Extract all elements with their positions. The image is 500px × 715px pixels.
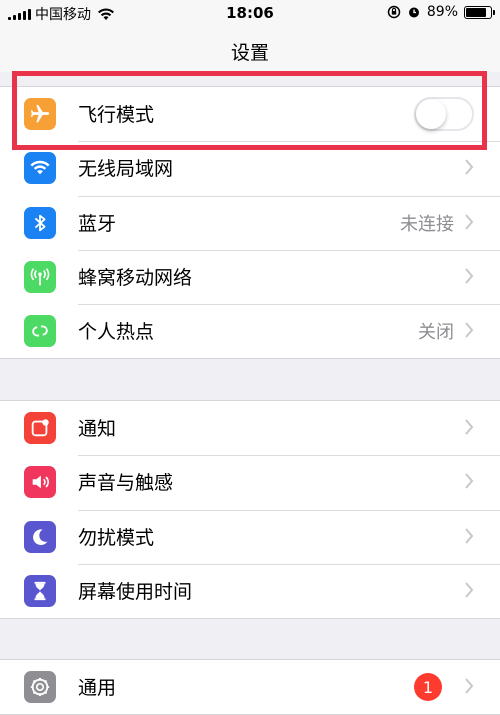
chevron-right-icon (465, 268, 474, 284)
toggle-knob (416, 99, 446, 129)
general-row[interactable]: 通用 1 (0, 660, 500, 714)
hotspot-row[interactable]: 个人热点 关闭 (0, 304, 500, 358)
chevron-right-icon (465, 527, 474, 544)
bluetooth-icon (24, 206, 56, 239)
moon-icon (24, 520, 56, 553)
cellular-icon (24, 260, 56, 293)
chevron-right-icon (465, 582, 474, 598)
bluetooth-row[interactable]: 蓝牙 未连接 (0, 195, 500, 250)
connectivity-group: 飞行模式 无线局域网 蓝牙 未连接 蜂窝移动网络 个人热点 关闭 (0, 86, 500, 360)
hourglass-icon (24, 574, 56, 607)
battery-percent: 89% (426, 4, 458, 20)
chevron-right-icon (465, 159, 474, 175)
orientation-lock-icon (387, 5, 401, 19)
row-label: 勿扰模式 (78, 526, 155, 549)
chevron-right-icon (465, 419, 474, 435)
airplane-mode-toggle[interactable] (414, 97, 474, 131)
battery-icon (464, 5, 495, 19)
row-label: 通知 (78, 418, 117, 440)
chevron-right-icon (465, 473, 474, 489)
wifi-row[interactable]: 无线局域网 (0, 141, 500, 195)
page-title: 设置 (230, 42, 269, 64)
chevron-right-icon (465, 322, 474, 338)
general-group: 通用 1 (0, 659, 500, 715)
wifi-icon (24, 152, 56, 185)
notifications-icon (24, 412, 56, 444)
navigation-bar: 设置 (0, 28, 500, 72)
hotspot-status: 关闭 (418, 322, 454, 344)
sounds-row[interactable]: 声音与触感 (0, 455, 500, 509)
row-label: 无线局域网 (78, 158, 174, 181)
gear-icon (24, 671, 56, 703)
do-not-disturb-row[interactable]: 勿扰模式 (0, 509, 500, 564)
status-bar: 中国移动 18:06 89% (0, 0, 500, 28)
cellular-row[interactable]: 蜂窝移动网络 (0, 249, 500, 304)
row-label: 声音与触感 (78, 472, 174, 495)
airplane-icon (24, 98, 56, 130)
row-label: 通用 (78, 677, 117, 699)
screen-time-row[interactable]: 屏幕使用时间 (0, 563, 500, 618)
chevron-right-icon (465, 678, 474, 694)
row-label: 蓝牙 (78, 212, 117, 235)
row-label: 飞行模式 (78, 104, 155, 126)
row-label: 个人热点 (78, 321, 155, 344)
airplane-mode-row[interactable]: 飞行模式 (0, 87, 500, 141)
notifications-row[interactable]: 通知 (0, 401, 500, 455)
hotspot-icon (24, 315, 56, 348)
notifications-group: 通知 声音与触感 勿扰模式 屏幕使用时间 (0, 400, 500, 620)
alarm-icon (408, 7, 419, 18)
row-label: 屏幕使用时间 (78, 580, 193, 603)
sound-icon (24, 466, 56, 499)
row-label: 蜂窝移动网络 (78, 266, 193, 289)
chevron-right-icon (465, 213, 474, 230)
bluetooth-status: 未连接 (400, 213, 454, 235)
update-badge: 1 (414, 673, 442, 701)
status-right: 89% (387, 4, 495, 20)
